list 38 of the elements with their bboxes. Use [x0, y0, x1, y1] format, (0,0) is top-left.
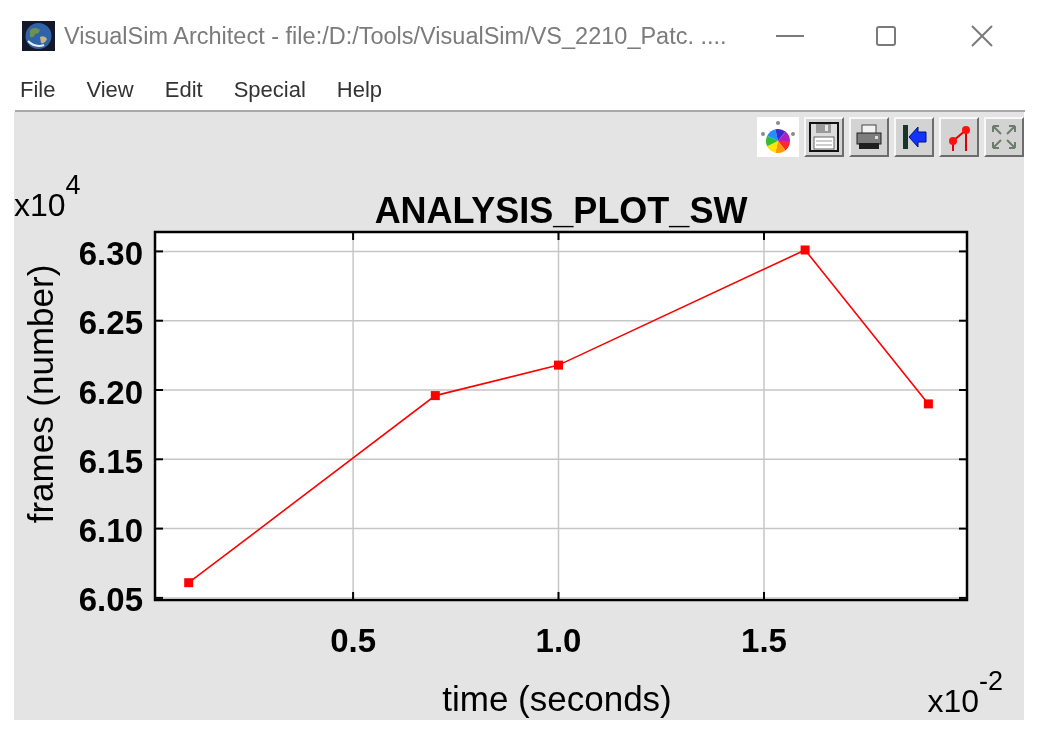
y-tick-label: 6.25 [78, 304, 143, 342]
x-tick-label: 1.5 [741, 621, 787, 659]
line-graph-button[interactable] [939, 117, 979, 157]
menu-item[interactable]: Special [227, 75, 312, 105]
data-point [800, 245, 810, 255]
minimize-icon [776, 35, 804, 37]
menu-item[interactable]: Edit [158, 75, 209, 105]
maximize-icon [876, 26, 896, 46]
data-point [430, 391, 440, 401]
color-wheel-icon [760, 120, 796, 154]
arrow-to-bar-button[interactable] [894, 117, 934, 157]
y-tick-label: 6.15 [78, 442, 143, 480]
menu-item[interactable]: File [14, 75, 62, 105]
color-wheel-button[interactable] [757, 117, 799, 157]
close-icon [971, 25, 993, 47]
y-axis-scale-label: x10$^{4}$ [14, 170, 81, 224]
x-tick-label: 0.5 [330, 621, 377, 659]
print-button[interactable] [849, 117, 889, 157]
x-axis-label: time (seconds) [442, 679, 672, 718]
y-tick-label: 6.05 [78, 581, 143, 619]
expand-arrows-icon [989, 122, 1019, 152]
x-tick-label: 1.0 [535, 621, 582, 659]
menu-item[interactable]: Help [330, 75, 389, 105]
data-point [184, 578, 194, 588]
globe-icon [22, 21, 55, 51]
save-button[interactable] [804, 117, 844, 157]
x-axis-scale-label: x10$^{-2}$ [927, 666, 1003, 720]
chart-title: ANALYSIS_PLOT_SW [374, 189, 748, 231]
data-point [923, 399, 933, 409]
y-axis-label: frames (number) [20, 264, 60, 524]
y-tick-label: 6.30 [78, 234, 143, 272]
printer-icon [854, 122, 884, 152]
expand-button[interactable] [984, 117, 1024, 157]
window-title: VisualSim Architect - file:/D:/Tools/VisualSim/VS_2210_Patc. .... [64, 22, 727, 50]
menu-item[interactable]: View [80, 75, 140, 105]
y-tick-label: 6.10 [78, 512, 143, 550]
y-tick-label: 6.20 [78, 373, 143, 411]
data-point [554, 360, 563, 370]
